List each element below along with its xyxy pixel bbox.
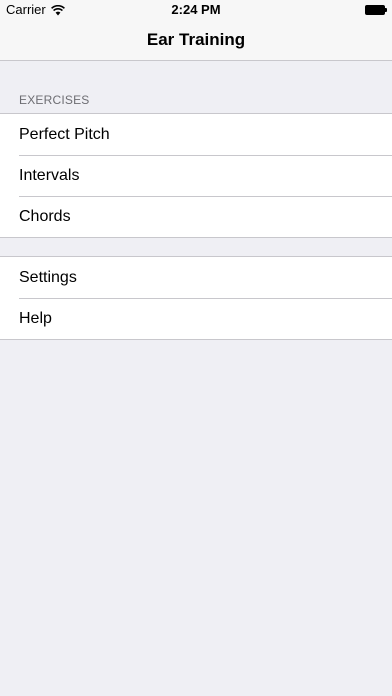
battery-full-icon: [365, 5, 387, 15]
exercises-list: Perfect Pitch Intervals Chords: [0, 113, 392, 238]
list-item-chords[interactable]: Chords: [0, 196, 392, 237]
list-item-settings[interactable]: Settings: [0, 257, 392, 298]
list-item-label: Help: [19, 310, 52, 327]
battery-body: [365, 5, 385, 15]
list-item-label: Settings: [19, 269, 77, 286]
list-item-help[interactable]: Help: [0, 298, 392, 339]
navigation-bar: Carrier 2:24 PM Ear Training: [0, 0, 392, 61]
settings-list: Settings Help: [0, 256, 392, 340]
list-item-label: Perfect Pitch: [19, 126, 110, 143]
list-item-perfect-pitch[interactable]: Perfect Pitch: [0, 114, 392, 155]
list-item-intervals[interactable]: Intervals: [0, 155, 392, 196]
battery-tip: [385, 8, 387, 12]
page-title: Ear Training: [146, 30, 246, 49]
section-header-exercises: EXERCISES: [19, 93, 90, 107]
status-bar: Carrier 2:24 PM: [0, 0, 392, 20]
list-item-label: Intervals: [19, 167, 80, 184]
list-item-label: Chords: [19, 208, 71, 225]
status-time: 2:24 PM: [171, 2, 221, 17]
